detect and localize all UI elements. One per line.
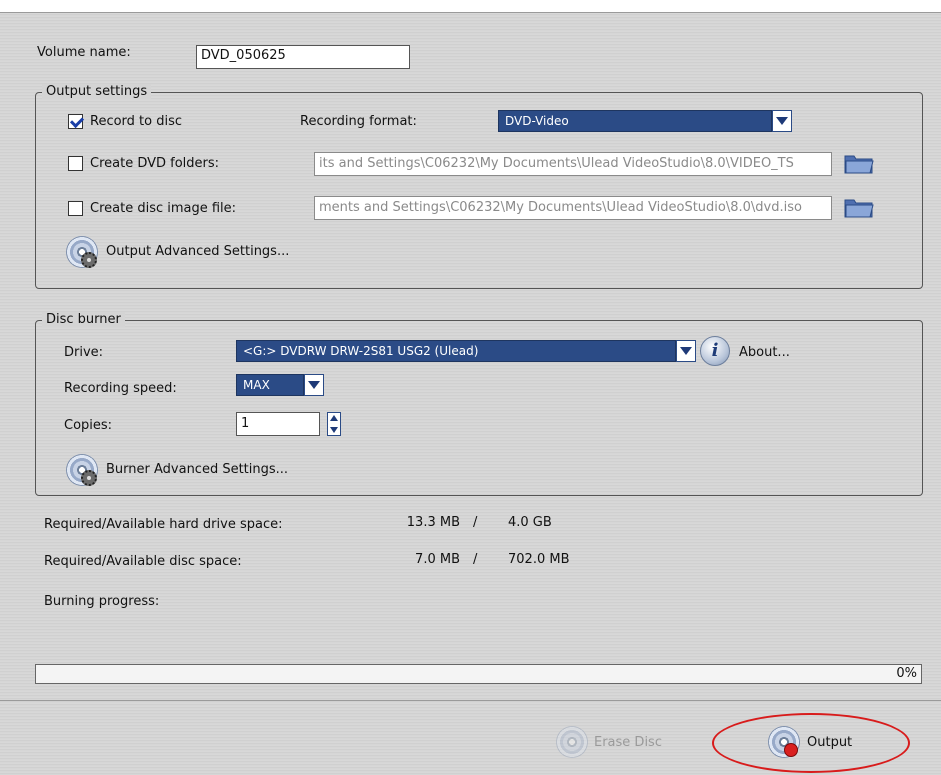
hard-drive-space-label: Required/Available hard drive space:	[44, 517, 283, 532]
create-dvd-folders-label: Create DVD folders:	[90, 156, 220, 171]
burning-progress-bar: 0%	[35, 664, 922, 684]
drive-dropdown-button[interactable]	[676, 340, 696, 362]
create-dvd-folders-checkbox[interactable]	[68, 156, 83, 171]
drive-select[interactable]: <G:> DVDRW DRW-2S81 USG2 (Ulead)	[236, 340, 676, 362]
progress-percent: 0%	[896, 666, 917, 681]
recording-speed-select[interactable]: MAX	[236, 374, 304, 396]
recording-format-dropdown-button[interactable]	[772, 110, 792, 132]
about-button[interactable]: About...	[739, 345, 790, 360]
recording-speed-label: Recording speed:	[64, 381, 177, 396]
folder-browse-icon[interactable]	[844, 196, 874, 218]
copies-spinner[interactable]	[327, 412, 341, 436]
recording-format-label: Recording format:	[300, 114, 417, 129]
drive-label: Drive:	[64, 345, 104, 360]
copies-label: Copies:	[64, 418, 113, 433]
disc-space-label: Required/Available disc space:	[44, 554, 242, 569]
disc-settings-icon[interactable]	[66, 454, 98, 486]
create-disc-image-checkbox[interactable]	[68, 201, 83, 216]
copies-input[interactable]: 1	[236, 412, 320, 436]
disc-burner-legend: Disc burner	[42, 312, 125, 327]
hard-drive-separator: /	[473, 515, 478, 530]
divider	[0, 700, 941, 701]
disc-separator: /	[473, 552, 478, 567]
disc-available-value: 702.0 MB	[508, 552, 570, 567]
record-to-disc-label: Record to disc	[90, 114, 183, 129]
erase-disc-icon	[556, 726, 588, 758]
recording-format-select[interactable]: DVD-Video	[498, 110, 772, 132]
title-bar-edge	[0, 0, 941, 13]
volume-name-input[interactable]: DVD_050625	[196, 45, 410, 69]
burning-progress-label: Burning progress:	[44, 594, 160, 609]
burner-advanced-settings-button[interactable]: Burner Advanced Settings...	[106, 462, 288, 477]
disc-settings-icon[interactable]	[66, 236, 98, 268]
hard-drive-required-value: 13.3 MB	[406, 515, 460, 530]
hard-drive-available-value: 4.0 GB	[508, 515, 552, 530]
erase-disc-button[interactable]: Erase Disc	[594, 735, 662, 750]
output-disc-icon[interactable]	[768, 726, 800, 758]
volume-name-label: Volume name:	[37, 45, 131, 60]
create-disc-image-label: Create disc image file:	[90, 201, 237, 216]
record-to-disc-checkbox[interactable]	[68, 114, 83, 129]
disc-required-value: 7.0 MB	[415, 552, 460, 567]
info-icon[interactable]: i	[700, 336, 730, 366]
recording-speed-dropdown-button[interactable]	[304, 374, 324, 396]
dvd-folders-path-input[interactable]: its and Settings\C06232\My Documents\Ule…	[314, 152, 832, 176]
output-button[interactable]: Output	[807, 735, 852, 750]
folder-browse-icon[interactable]	[844, 152, 874, 174]
output-advanced-settings-button[interactable]: Output Advanced Settings...	[106, 244, 289, 259]
output-settings-legend: Output settings	[42, 84, 152, 99]
disc-image-path-input[interactable]: ments and Settings\C06232\My Documents\U…	[314, 196, 832, 220]
